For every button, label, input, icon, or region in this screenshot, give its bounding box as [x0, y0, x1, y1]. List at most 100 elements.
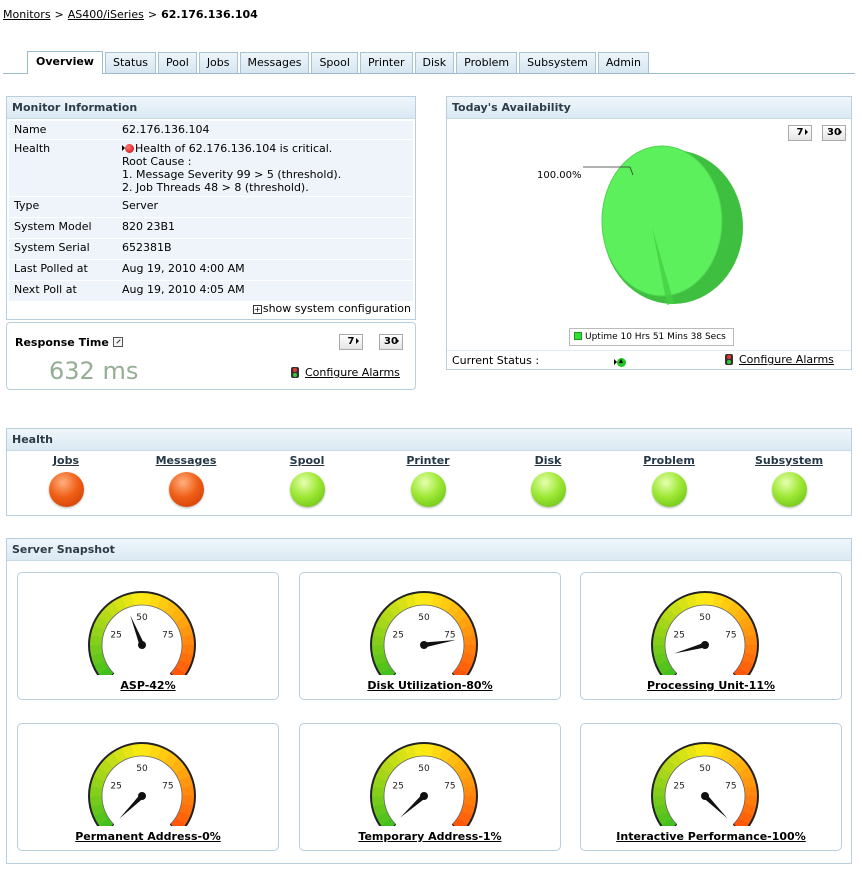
clear-status-icon[interactable]	[652, 472, 687, 507]
show-config-label: show system configuration	[263, 302, 411, 315]
pie-legend: Uptime 10 Hrs 51 Mins 38 Secs	[569, 328, 734, 346]
health-item-link[interactable]: Problem	[609, 454, 729, 467]
gauge-hub	[420, 641, 428, 649]
gauge-tick-label: 75	[162, 630, 173, 640]
health-item-spool: Spool	[247, 454, 367, 507]
clear-status-icon[interactable]	[531, 472, 566, 507]
info-row-serial: System Serial 652381B	[9, 238, 413, 259]
gauge-tick-label: 25	[392, 630, 403, 640]
gauge-tick-label: 75	[162, 781, 173, 791]
tab-admin[interactable]: Admin	[598, 52, 649, 73]
root-cause-item: 2. Job Threads 48 > 8 (threshold).	[122, 181, 408, 194]
info-row-model: System Model 820 23B1	[9, 217, 413, 238]
configure-alarms-label: Configure Alarms	[739, 353, 834, 366]
monitor-info-table: Name 62.176.136.104 Health Health of 62.…	[9, 121, 413, 302]
info-value: Aug 19, 2010 4:00 AM	[117, 259, 413, 280]
breadcrumb-as400-link[interactable]: AS400/iSeries	[68, 8, 144, 21]
report-30-days-button[interactable]: 30	[822, 125, 846, 141]
report-30-days-button[interactable]: 30	[379, 334, 403, 350]
gauge-label-link[interactable]: Processing Unit-11%	[581, 679, 841, 692]
critical-status-icon[interactable]	[49, 472, 84, 507]
gauge-hub	[138, 641, 146, 649]
report-7-days-button[interactable]: 7	[788, 125, 812, 141]
gauge-tick-label: 50	[418, 613, 430, 623]
gauge-label-link[interactable]: Interactive Performance-100%	[581, 830, 841, 843]
gauge-tick-label: 75	[444, 781, 455, 791]
breadcrumb: Monitors>AS400/iSeries>62.176.136.104	[3, 8, 258, 21]
gauge-dial: 25 50 75	[650, 579, 760, 675]
clear-status-icon[interactable]	[290, 472, 325, 507]
critical-status-icon[interactable]	[169, 472, 204, 507]
tab-status[interactable]: Status	[105, 52, 156, 73]
gauge-tick-label: 50	[699, 764, 711, 774]
health-item-messages: Messages	[126, 454, 246, 507]
current-status-indicator[interactable]	[614, 356, 626, 369]
tab-problem[interactable]: Problem	[456, 52, 517, 73]
info-value: 820 23B1	[117, 217, 413, 238]
root-cause-label: Root Cause :	[122, 155, 408, 168]
monitor-information-panel: Monitor Information Name 62.176.136.104 …	[6, 96, 416, 320]
gauge-tick-label: 25	[110, 781, 121, 791]
legend-swatch	[574, 332, 582, 340]
gauge-tick-label: 75	[725, 630, 736, 640]
current-status-row: Current Status : Configure Alarms	[447, 350, 851, 370]
gauge-tick-label: 25	[673, 630, 684, 640]
gauge-dial: 255075	[87, 730, 197, 826]
panel-title: Health	[7, 429, 851, 451]
gauge-tick-label: 50	[136, 613, 148, 623]
health-item-link[interactable]: Subsystem	[729, 454, 849, 467]
configure-alarms-link[interactable]: Configure Alarms	[725, 353, 834, 366]
info-row-last-polled: Last Polled at Aug 19, 2010 4:00 AM	[9, 259, 413, 280]
gauge-hub	[701, 792, 709, 800]
gauge-hub	[420, 792, 428, 800]
gauge-card: 25 50 75 ASP-42%	[17, 572, 279, 700]
gauge-tick-label: 50	[418, 764, 430, 774]
clear-status-icon[interactable]	[411, 472, 446, 507]
tab-messages[interactable]: Messages	[240, 52, 310, 73]
gauge-label-link[interactable]: Temporary Address-1%	[300, 830, 560, 843]
health-item-link[interactable]: Spool	[247, 454, 367, 467]
show-system-configuration-link[interactable]: +show system configuration	[253, 302, 411, 315]
health-item-link[interactable]: Disk	[488, 454, 608, 467]
report-7-days-button[interactable]: 7	[339, 334, 363, 350]
clear-status-icon[interactable]	[772, 472, 807, 507]
gauge-hub	[138, 792, 146, 800]
health-item-problem: Problem	[609, 454, 729, 507]
gauge-label-link[interactable]: Disk Utilization-80%	[300, 679, 560, 692]
external-link-icon[interactable]	[113, 337, 123, 347]
gauge-card: 255075Temporary Address-1%	[299, 723, 561, 851]
gauge-dial: 25 50 75	[650, 730, 760, 826]
tab-printer[interactable]: Printer	[360, 52, 413, 73]
tab-disk[interactable]: Disk	[415, 52, 455, 73]
tab-pool[interactable]: Pool	[158, 52, 197, 73]
status-up-icon	[617, 358, 626, 367]
health-item-link[interactable]: Jobs	[6, 454, 126, 467]
info-key: Type	[9, 196, 117, 217]
response-time-label: Response Time	[15, 336, 109, 349]
gauge-tick-label: 25	[110, 630, 121, 640]
panel-title: Monitor Information	[7, 97, 415, 119]
gauge-card: 255075Disk Utilization-80%	[299, 572, 561, 700]
health-item-link[interactable]: Messages	[126, 454, 246, 467]
traffic-light-icon	[725, 354, 733, 365]
health-item-printer: Printer	[368, 454, 488, 507]
tab-jobs[interactable]: Jobs	[199, 52, 238, 73]
root-cause-item: 1. Message Severity 99 > 5 (threshold).	[122, 168, 408, 181]
health-item-disk: Disk	[488, 454, 608, 507]
info-row-next-poll: Next Poll at Aug 19, 2010 4:05 AM	[9, 280, 413, 301]
gauge-tick-label: 75	[725, 781, 736, 791]
availability-panel: Today's Availability 7 30 100.00% Uptime…	[446, 96, 852, 370]
breadcrumb-monitors-link[interactable]: Monitors	[3, 8, 51, 21]
gauge-tick-label: 25	[673, 781, 684, 791]
gauge-label-link[interactable]: Permanent Address-0%	[18, 830, 278, 843]
configure-alarms-label: Configure Alarms	[305, 366, 400, 379]
tab-spool[interactable]: Spool	[311, 52, 357, 73]
health-item-link[interactable]: Printer	[368, 454, 488, 467]
tab-overview[interactable]: Overview	[27, 51, 103, 74]
gauge-label-link[interactable]: ASP-42%	[18, 679, 278, 692]
tab-subsystem[interactable]: Subsystem	[519, 52, 596, 73]
availability-pie-chart: 100.00%	[527, 137, 757, 317]
info-key: Health	[9, 139, 117, 196]
gauge-tick-label: 50	[699, 613, 711, 623]
configure-alarms-link[interactable]: Configure Alarms	[291, 366, 400, 379]
